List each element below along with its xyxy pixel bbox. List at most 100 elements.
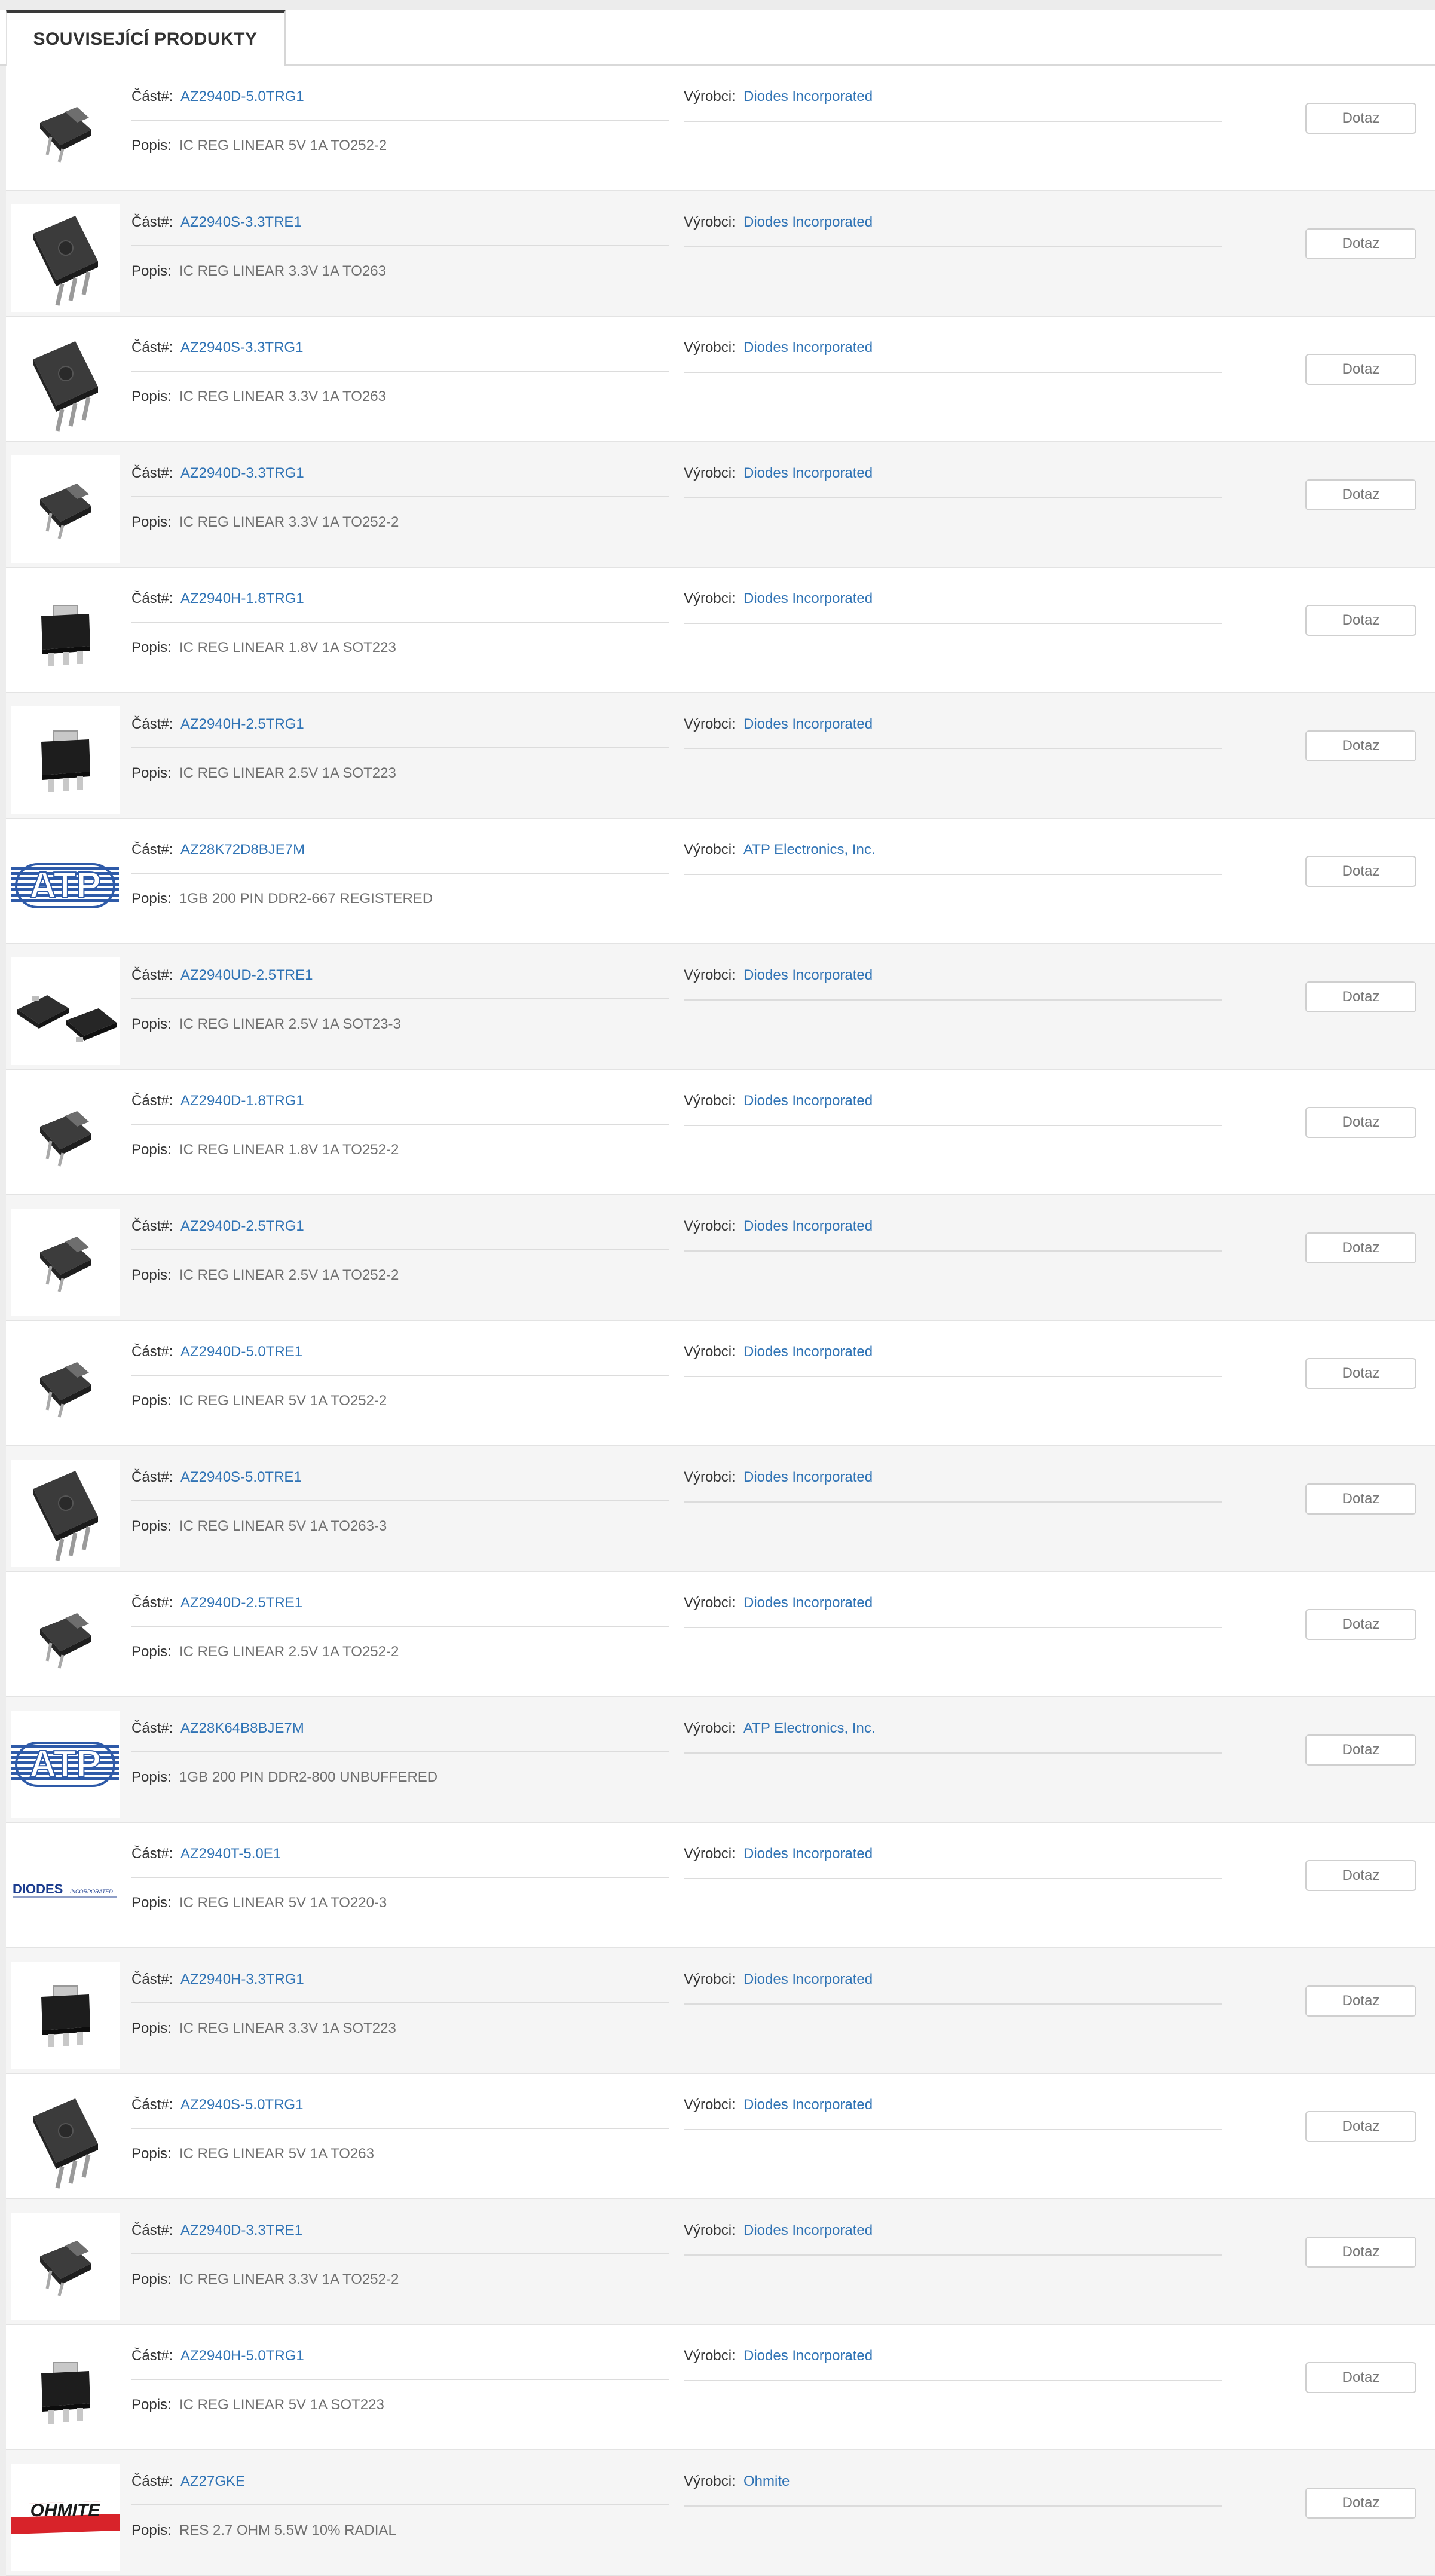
- manufacturer-link[interactable]: ATP Electronics, Inc.: [743, 1720, 876, 1737]
- part-number-link[interactable]: AZ2940S-3.3TRG1: [180, 339, 303, 356]
- part-number-link[interactable]: AZ2940T-5.0E1: [180, 1846, 281, 1862]
- part-number-link[interactable]: AZ2940H-5.0TRG1: [180, 2348, 304, 2364]
- product-image[interactable]: [11, 1209, 120, 1316]
- manufacturer-link[interactable]: Diodes Incorporated: [743, 2097, 873, 2113]
- product-image[interactable]: [11, 957, 120, 1065]
- product-image[interactable]: [11, 1585, 120, 1693]
- inquiry-button[interactable]: Dotaz: [1305, 2111, 1416, 2142]
- manufacturer-link[interactable]: Diodes Incorporated: [743, 1846, 873, 1862]
- manufacturer-link[interactable]: Diodes Incorporated: [743, 88, 873, 105]
- part-number-link[interactable]: AZ27GKE: [180, 2473, 245, 2490]
- to252-icon: [29, 100, 101, 166]
- tab-related-products[interactable]: SOUVISEJÍCÍ PRODUKTY: [6, 10, 286, 66]
- inquiry-button[interactable]: Dotaz: [1305, 1985, 1416, 2017]
- manufacturer-link[interactable]: Diodes Incorporated: [743, 465, 873, 482]
- part-number-link[interactable]: AZ2940D-3.3TRG1: [180, 465, 304, 482]
- part-number-link[interactable]: AZ2940D-1.8TRG1: [180, 1093, 304, 1109]
- manufacturer-link[interactable]: Diodes Incorporated: [743, 967, 873, 984]
- part-number-link[interactable]: AZ2940UD-2.5TRE1: [180, 967, 313, 984]
- product-row: Část#: AZ2940UD-2.5TRE1 Popis: IC REG LINEA…: [6, 944, 1435, 1070]
- part-number-link[interactable]: AZ2940S-5.0TRE1: [180, 1469, 302, 1486]
- inquiry-button[interactable]: Dotaz: [1305, 2488, 1416, 2519]
- part-number-link[interactable]: AZ2940H-3.3TRG1: [180, 1971, 304, 1988]
- inquiry-button[interactable]: Dotaz: [1305, 1860, 1416, 1891]
- description-text: 1GB 200 PIN DDR2-800 UNBUFFERED: [179, 1769, 438, 1785]
- part-number-link[interactable]: AZ2940D-3.3TRE1: [180, 2222, 302, 2239]
- product-image[interactable]: [11, 1460, 120, 1567]
- product-image[interactable]: [11, 204, 120, 312]
- inquiry-button[interactable]: Dotaz: [1305, 2362, 1416, 2393]
- product-image[interactable]: [11, 2338, 120, 2446]
- product-image[interactable]: [11, 455, 120, 563]
- product-image[interactable]: [11, 2087, 120, 2195]
- manufacturer-link[interactable]: Diodes Incorporated: [743, 2348, 873, 2364]
- inquiry-button[interactable]: Dotaz: [1305, 1232, 1416, 1263]
- divider: [684, 246, 1222, 247]
- inquiry-button[interactable]: Dotaz: [1305, 1107, 1416, 1138]
- product-row: DIODES INCORPORATED Část#: AZ2940T-5.0E1 Pop…: [6, 1823, 1435, 1948]
- to252-icon: [29, 476, 101, 542]
- sot223-icon: [29, 721, 101, 799]
- inquiry-button[interactable]: Dotaz: [1305, 1483, 1416, 1515]
- manufacturer-link[interactable]: Diodes Incorporated: [743, 1218, 873, 1235]
- product-image[interactable]: [11, 330, 120, 438]
- manufacturer-link[interactable]: Diodes Incorporated: [743, 214, 873, 231]
- manufacturer-link[interactable]: Diodes Incorporated: [743, 1093, 873, 1109]
- product-image[interactable]: [11, 1334, 120, 1442]
- product-image[interactable]: [11, 2213, 120, 2320]
- part-label: Část#:: [131, 1846, 173, 1862]
- description-text: IC REG LINEAR 3.3V 1A TO263: [179, 263, 386, 279]
- part-number-link[interactable]: AZ2940S-3.3TRE1: [180, 214, 302, 231]
- product-image[interactable]: DIODES INCORPORATED: [11, 1836, 120, 1944]
- part-number-link[interactable]: AZ2940D-5.0TRG1: [180, 88, 304, 105]
- part-number-link[interactable]: AZ2940D-2.5TRE1: [180, 1595, 302, 1611]
- manufacturer-link[interactable]: Diodes Incorporated: [743, 591, 873, 607]
- atp-logo-icon: ATP: [11, 863, 119, 908]
- manufacturer-link[interactable]: Diodes Incorporated: [743, 339, 873, 356]
- product-image[interactable]: [11, 79, 120, 186]
- product-image[interactable]: [11, 581, 120, 689]
- product-image[interactable]: ATP: [11, 832, 120, 940]
- manufacturer-link[interactable]: Diodes Incorporated: [743, 2222, 873, 2239]
- inquiry-button[interactable]: Dotaz: [1305, 2237, 1416, 2268]
- inquiry-button[interactable]: Dotaz: [1305, 479, 1416, 510]
- manufacturer-link[interactable]: Diodes Incorporated: [743, 716, 873, 733]
- manufacturer-label: Výrobci:: [684, 1344, 736, 1360]
- manufacturer-link[interactable]: Diodes Incorporated: [743, 1344, 873, 1360]
- inquiry-button[interactable]: Dotaz: [1305, 354, 1416, 385]
- manufacturer-link[interactable]: Diodes Incorporated: [743, 1595, 873, 1611]
- inquiry-button[interactable]: Dotaz: [1305, 981, 1416, 1012]
- product-image[interactable]: [11, 1962, 120, 2069]
- inquiry-button[interactable]: Dotaz: [1305, 228, 1416, 259]
- inquiry-button[interactable]: Dotaz: [1305, 856, 1416, 887]
- divider: [684, 999, 1222, 1001]
- part-number-link[interactable]: AZ2940H-2.5TRG1: [180, 716, 304, 733]
- product-row: Část#: AZ2940S-5.0TRG1 Popis: IC REG LINEAR…: [6, 2074, 1435, 2199]
- manufacturer-link[interactable]: Ohmite: [743, 2473, 790, 2490]
- manufacturer-link[interactable]: Diodes Incorporated: [743, 1971, 873, 1988]
- inquiry-button[interactable]: Dotaz: [1305, 730, 1416, 761]
- part-number-link[interactable]: AZ28K64B8BJE7M: [180, 1720, 304, 1737]
- divider: [684, 2380, 1222, 2381]
- manufacturer-link[interactable]: ATP Electronics, Inc.: [743, 842, 876, 858]
- inquiry-button[interactable]: Dotaz: [1305, 1358, 1416, 1389]
- part-number-link[interactable]: AZ2940D-2.5TRG1: [180, 1218, 304, 1235]
- to252-icon: [29, 1355, 101, 1421]
- part-label: Část#:: [131, 1720, 173, 1736]
- inquiry-button[interactable]: Dotaz: [1305, 1609, 1416, 1640]
- svg-text:ATP: ATP: [29, 1743, 100, 1785]
- inquiry-button[interactable]: Dotaz: [1305, 1734, 1416, 1766]
- part-label: Část#:: [131, 2348, 173, 2364]
- product-image[interactable]: [11, 706, 120, 814]
- to263-icon: [20, 207, 110, 309]
- part-number-link[interactable]: AZ2940H-1.8TRG1: [180, 591, 304, 607]
- part-number-link[interactable]: AZ2940D-5.0TRE1: [180, 1344, 302, 1360]
- part-number-link[interactable]: AZ28K72D8BJE7M: [180, 842, 305, 858]
- manufacturer-link[interactable]: Diodes Incorporated: [743, 1469, 873, 1486]
- product-image[interactable]: [11, 1083, 120, 1191]
- product-image[interactable]: OHMITE: [11, 2464, 120, 2571]
- inquiry-button[interactable]: Dotaz: [1305, 103, 1416, 134]
- product-image[interactable]: ATP: [11, 1711, 120, 1818]
- inquiry-button[interactable]: Dotaz: [1305, 605, 1416, 636]
- part-number-link[interactable]: AZ2940S-5.0TRG1: [180, 2097, 303, 2113]
